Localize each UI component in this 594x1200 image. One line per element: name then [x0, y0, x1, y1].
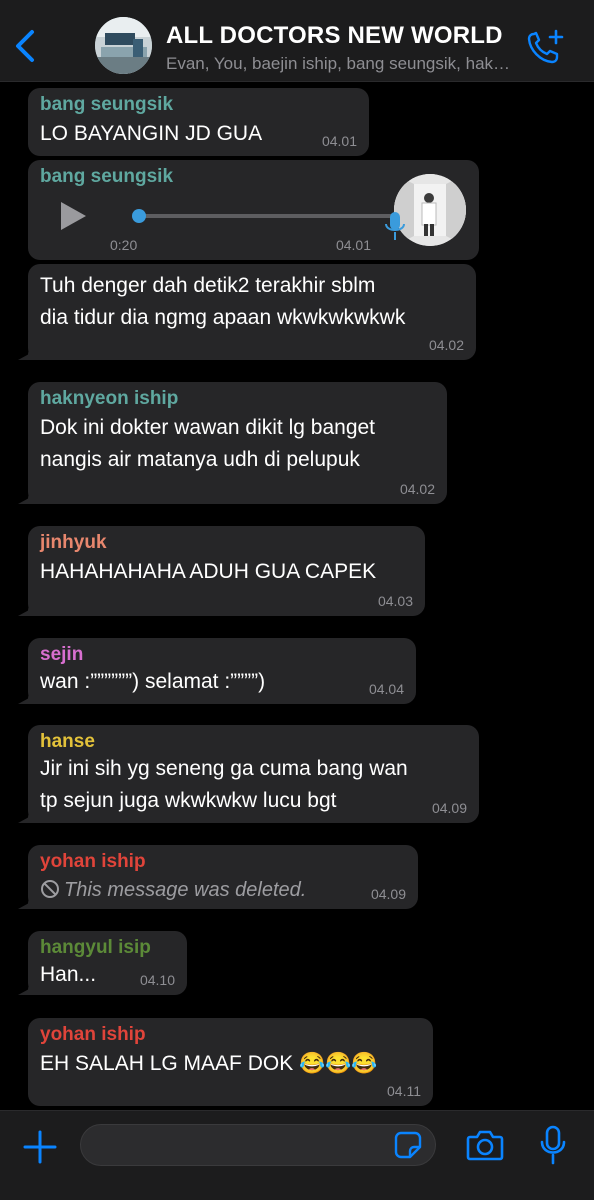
- message-bubble[interactable]: jinhyuk HAHAHAHAHA ADUH GUA CAPEK 04.03: [28, 526, 425, 616]
- play-icon: [61, 202, 86, 230]
- back-button[interactable]: [10, 26, 42, 66]
- message-bubble[interactable]: Tuh denger dah detik2 terakhir sblm dia …: [28, 264, 476, 360]
- message-bubble[interactable]: hanse Jir ini sih yg seneng ga cuma bang…: [28, 725, 479, 823]
- group-members[interactable]: Evan, You, baejin iship, bang seungsik, …: [166, 54, 516, 74]
- sticker-icon: [394, 1131, 422, 1159]
- message-time: 04.04: [368, 681, 404, 697]
- group-title[interactable]: ALL DOCTORS NEW WORLD: [166, 22, 521, 50]
- chevron-left-icon: [16, 30, 34, 62]
- message-time: 04.03: [377, 593, 413, 609]
- message-bubble[interactable]: sejin wan :””””””) selamat :””””) 04.04: [28, 638, 416, 704]
- message-sender[interactable]: yohan iship: [40, 851, 406, 873]
- message-text-line: Tuh denger dah detik2 terakhir sblm: [40, 274, 376, 297]
- message-text-line: Dok ini dokter wawan dikit lg banget: [40, 416, 376, 439]
- voice-progress-knob[interactable]: [132, 209, 146, 223]
- message-time: 04.01: [321, 133, 357, 149]
- message-text-line: Jir ini sih yg seneng ga cuma bang wan: [40, 757, 408, 780]
- sticker-button[interactable]: [394, 1131, 422, 1159]
- message-time: 04.10: [139, 972, 175, 988]
- message-time: 04.09: [431, 800, 467, 816]
- deleted-message: This message was deleted.: [40, 875, 406, 908]
- message-time: 04.02: [428, 337, 464, 353]
- microphone-icon: [385, 212, 405, 240]
- attach-button[interactable]: [22, 1129, 58, 1165]
- message-bubble[interactable]: hangyul isip Han... 04.10: [28, 931, 187, 995]
- message-time: 04.11: [387, 1083, 421, 1099]
- message-sender[interactable]: bang seungsik: [40, 94, 357, 116]
- group-photo: [95, 17, 152, 74]
- camera-icon: [466, 1130, 504, 1161]
- microphone-icon: [540, 1125, 566, 1165]
- message-sender[interactable]: hangyul isip: [40, 937, 175, 959]
- message-text-line: dia tidur dia ngmg apaan wkwkwkwkwk: [40, 306, 406, 329]
- play-button[interactable]: [58, 200, 88, 232]
- message-time: 04.01: [335, 237, 371, 253]
- message-text-line: nangis air matanya udh di pelupuk: [40, 448, 360, 471]
- deleted-message-text: This message was deleted.: [64, 879, 307, 901]
- voice-duration: 0:20: [110, 237, 138, 253]
- message-sender[interactable]: sejin: [40, 644, 404, 666]
- message-input[interactable]: [80, 1124, 436, 1166]
- message-bubble[interactable]: yohan iship EH SALAH LG MAAF DOK 😂😂😂 04.…: [28, 1018, 433, 1106]
- composer-bar: [0, 1110, 594, 1200]
- message-sender[interactable]: jinhyuk: [40, 532, 413, 554]
- group-avatar[interactable]: [95, 17, 152, 74]
- message-text: EH SALAH LG MAAF DOK 😂😂😂: [40, 1052, 378, 1075]
- prohibited-icon: [40, 878, 60, 908]
- voice-mic-badge: [384, 210, 406, 244]
- message-text-line: tp sejun juga wkwkwkw lucu bgt: [40, 789, 337, 812]
- message-bubble[interactable]: bang seungsik LO BAYANGIN JD GUA 04.01: [28, 88, 369, 156]
- voice-progress-track[interactable]: [132, 209, 394, 223]
- message-text: HAHAHAHAHA ADUH GUA CAPEK: [40, 560, 377, 583]
- message-text: LO BAYANGIN JD GUA: [40, 122, 263, 145]
- message-sender[interactable]: hanse: [40, 731, 467, 753]
- chat-header: ALL DOCTORS NEW WORLD Evan, You, baejin …: [0, 0, 594, 82]
- message-sender[interactable]: yohan iship: [40, 1024, 421, 1046]
- add-call-icon: [527, 29, 564, 64]
- add-call-button[interactable]: [526, 28, 566, 66]
- message-time: 04.09: [370, 886, 406, 902]
- voice-record-button[interactable]: [540, 1125, 566, 1165]
- voice-message[interactable]: bang seungsik 0:20 04.01: [28, 160, 479, 260]
- camera-button[interactable]: [466, 1128, 504, 1162]
- message-bubble[interactable]: haknyeon iship Dok ini dokter wawan diki…: [28, 382, 447, 504]
- message-time: 04.02: [399, 481, 435, 497]
- message-text: wan :””””””) selamat :””””): [40, 670, 266, 693]
- message-sender[interactable]: haknyeon iship: [40, 388, 435, 410]
- plus-icon: [23, 1130, 57, 1164]
- deleted-message-bubble[interactable]: yohan iship This message was deleted. 04…: [28, 845, 418, 909]
